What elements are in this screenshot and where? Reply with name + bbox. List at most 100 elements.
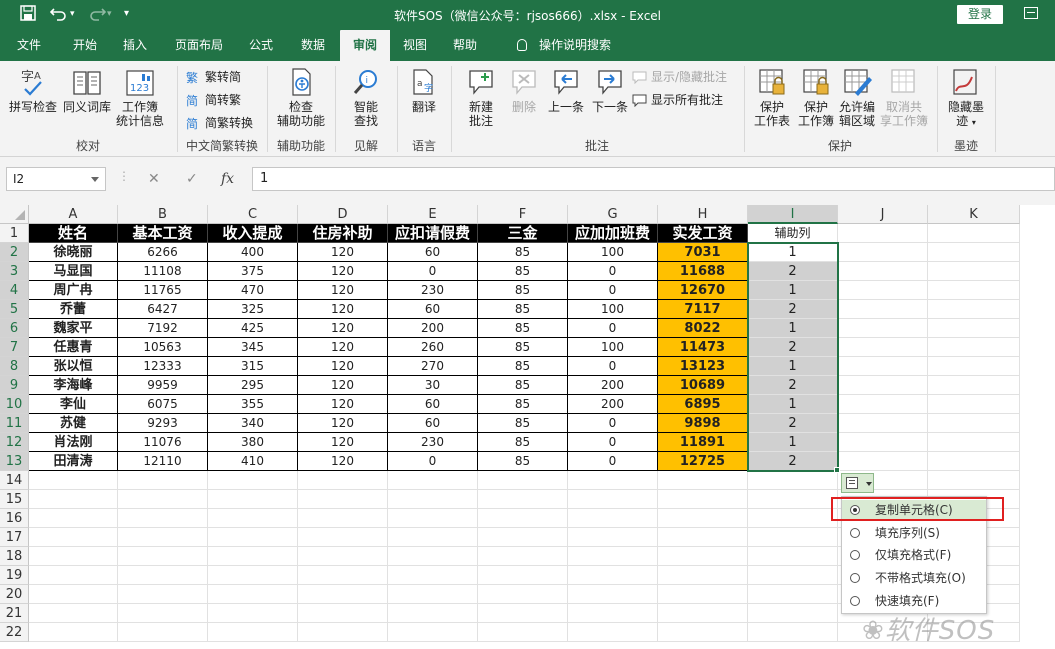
empty-cell[interactable] — [838, 319, 928, 338]
table-cell[interactable]: 85 — [478, 452, 568, 471]
table-cell[interactable]: 12333 — [118, 357, 208, 376]
empty-cell[interactable] — [388, 471, 478, 490]
workbook-statistics-button[interactable]: 123 工作簿 统计信息 — [114, 67, 166, 128]
column-header-g[interactable]: G — [568, 205, 658, 224]
empty-cell[interactable] — [29, 623, 118, 642]
empty-cell[interactable] — [388, 566, 478, 585]
table-cell[interactable]: 11891 — [658, 433, 748, 452]
to-simplified-button[interactable]: 繁繁转简 — [186, 67, 241, 87]
table-cell[interactable]: 任惠青 — [29, 338, 118, 357]
row-header[interactable]: 13 — [0, 452, 29, 471]
table-cell[interactable]: 12110 — [118, 452, 208, 471]
table-cell[interactable]: 200 — [568, 395, 658, 414]
table-cell[interactable]: 1 — [748, 319, 838, 338]
column-header-a[interactable]: A — [29, 205, 118, 224]
table-cell[interactable]: 120 — [298, 243, 388, 262]
table-cell[interactable]: 0 — [568, 281, 658, 300]
table-cell[interactable]: 200 — [388, 319, 478, 338]
table-cell[interactable]: 120 — [298, 414, 388, 433]
empty-cell[interactable] — [838, 300, 928, 319]
empty-cell[interactable] — [208, 604, 298, 623]
empty-cell[interactable] — [208, 623, 298, 642]
previous-comment-button[interactable]: 上一条 — [544, 67, 588, 114]
empty-cell[interactable] — [298, 547, 388, 566]
row-header[interactable]: 7 — [0, 338, 29, 357]
auto-fill-options-button[interactable] — [841, 473, 874, 493]
check-accessibility-button[interactable]: 检查 辅助功能 — [272, 67, 330, 128]
header-cell[interactable]: 基本工资 — [118, 224, 208, 243]
empty-cell[interactable] — [658, 490, 748, 509]
table-cell[interactable]: 12725 — [658, 452, 748, 471]
table-cell[interactable]: 0 — [568, 433, 658, 452]
row-header[interactable]: 11 — [0, 414, 29, 433]
header-cell[interactable]: 姓名 — [29, 224, 118, 243]
empty-cell[interactable] — [29, 547, 118, 566]
table-cell[interactable]: 李仙 — [29, 395, 118, 414]
row-header[interactable]: 3 — [0, 262, 29, 281]
empty-cell[interactable] — [928, 262, 1020, 281]
table-cell[interactable]: 1 — [748, 395, 838, 414]
empty-cell[interactable] — [748, 490, 838, 509]
table-cell[interactable]: 乔蕾 — [29, 300, 118, 319]
table-cell[interactable]: 85 — [478, 319, 568, 338]
empty-cell[interactable] — [388, 547, 478, 566]
empty-cell[interactable] — [388, 528, 478, 547]
cancel-icon[interactable]: ✕ — [148, 171, 160, 187]
row-header[interactable]: 12 — [0, 433, 29, 452]
empty-cell[interactable] — [478, 547, 568, 566]
empty-cell[interactable] — [658, 528, 748, 547]
empty-cell[interactable] — [928, 414, 1020, 433]
empty-cell[interactable] — [388, 509, 478, 528]
table-cell[interactable]: 120 — [298, 281, 388, 300]
empty-cell[interactable] — [118, 509, 208, 528]
empty-cell[interactable] — [118, 623, 208, 642]
empty-cell[interactable] — [208, 471, 298, 490]
row-header[interactable]: 16 — [0, 509, 29, 528]
table-cell[interactable]: 100 — [568, 300, 658, 319]
table-cell[interactable]: 100 — [568, 338, 658, 357]
table-cell[interactable]: 400 — [208, 243, 298, 262]
empty-cell[interactable] — [568, 509, 658, 528]
table-cell[interactable]: 田清涛 — [29, 452, 118, 471]
name-box[interactable]: I2 — [6, 167, 106, 191]
spelling-button[interactable]: 字A 拼写检查 — [8, 67, 58, 114]
empty-cell[interactable] — [478, 585, 568, 604]
table-cell[interactable]: 徐晓丽 — [29, 243, 118, 262]
table-cell[interactable]: 2 — [748, 452, 838, 471]
table-cell[interactable]: 345 — [208, 338, 298, 357]
empty-cell[interactable] — [29, 471, 118, 490]
insert-function-icon[interactable]: fx — [221, 171, 234, 187]
empty-cell[interactable] — [388, 490, 478, 509]
tab-file[interactable]: 文件 — [6, 30, 52, 61]
table-cell[interactable]: 10563 — [118, 338, 208, 357]
empty-cell[interactable] — [568, 490, 658, 509]
empty-cell[interactable] — [838, 262, 928, 281]
table-cell[interactable]: 11688 — [658, 262, 748, 281]
table-cell[interactable]: 2 — [748, 376, 838, 395]
table-cell[interactable]: 100 — [568, 243, 658, 262]
empty-cell[interactable] — [658, 471, 748, 490]
row-header[interactable]: 21 — [0, 604, 29, 623]
table-cell[interactable]: 6427 — [118, 300, 208, 319]
empty-cell[interactable] — [568, 547, 658, 566]
tab-help[interactable]: 帮助 — [442, 30, 488, 61]
empty-cell[interactable] — [928, 452, 1020, 471]
table-cell[interactable]: 230 — [388, 433, 478, 452]
table-cell[interactable]: 0 — [568, 319, 658, 338]
empty-cell[interactable] — [658, 509, 748, 528]
empty-cell[interactable] — [928, 243, 1020, 262]
tab-formulas[interactable]: 公式 — [238, 30, 284, 61]
row-header[interactable]: 19 — [0, 566, 29, 585]
empty-cell[interactable] — [388, 604, 478, 623]
empty-cell[interactable] — [928, 224, 1020, 243]
table-cell[interactable]: 85 — [478, 395, 568, 414]
empty-cell[interactable] — [118, 585, 208, 604]
restore-window-icon[interactable] — [1024, 7, 1038, 19]
row-header[interactable]: 17 — [0, 528, 29, 547]
column-header-c[interactable]: C — [208, 205, 298, 224]
empty-cell[interactable] — [478, 566, 568, 585]
empty-cell[interactable] — [838, 433, 928, 452]
table-cell[interactable]: 60 — [388, 395, 478, 414]
table-cell[interactable]: 9898 — [658, 414, 748, 433]
protect-workbook-button[interactable]: 保护 工作簿 — [794, 67, 838, 128]
